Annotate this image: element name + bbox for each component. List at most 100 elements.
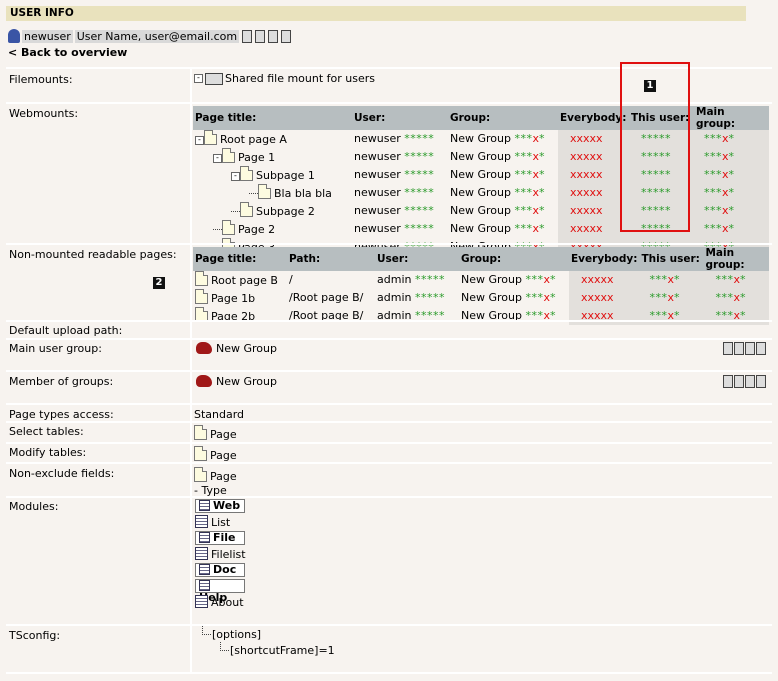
user-cell: admin ***** (377, 309, 445, 322)
col-everybody: Everybody: (569, 247, 640, 271)
label-main-group: Main user group: (9, 342, 102, 355)
nonexclude-table: Page (210, 470, 237, 483)
expand-icon[interactable]: - (194, 74, 203, 83)
nonmounted-row[interactable]: Root page B / admin ***** New Group ***x* xx… (193, 271, 769, 289)
filemount-item[interactable]: - Shared file mount for users (194, 72, 375, 85)
group-cell: New Group ***x* (450, 186, 545, 199)
page-title-cell[interactable]: Page 2 (193, 220, 352, 238)
tsconfig-line-1: [options] (212, 628, 262, 641)
col-user: User: (375, 247, 459, 271)
hide-icon[interactable] (268, 29, 279, 43)
page-icon (195, 289, 208, 304)
page-title-cell[interactable]: Page 2b (193, 307, 287, 325)
col-page-title: Page title: (193, 106, 352, 130)
user-cell: newuser ***** (354, 186, 435, 199)
module-help[interactable]: Help (195, 579, 246, 604)
page-icon (240, 166, 253, 181)
main-group-cell: ***x* (703, 307, 769, 325)
module-filelist[interactable]: Filelist (195, 547, 246, 563)
col-this-user: This user: (639, 247, 704, 271)
nonmounted-row[interactable]: Page 1b/Root page B/admin ***** New Group… (193, 289, 769, 307)
page-title-cell[interactable]: - Subpage 1 (193, 166, 352, 184)
everybody-cell: xxxxx (558, 130, 629, 148)
group-cell: New Group ***x* (450, 168, 545, 181)
modify-tables-value: Page (194, 446, 237, 462)
main-group-actions (722, 342, 766, 356)
page-title-cell[interactable]: - Page 1 (193, 148, 352, 166)
label-modules: Modules: (9, 500, 59, 513)
edit-icon[interactable] (734, 342, 744, 355)
delete-icon[interactable] (281, 29, 292, 43)
collapse-icon[interactable]: - (195, 136, 204, 145)
label-nonmounted: Non-mounted readable pages: (9, 248, 177, 261)
collapse-icon[interactable]: - (231, 172, 240, 181)
main-group-cell: ***x* (694, 130, 769, 148)
col-user: User: (352, 106, 448, 130)
group-cell: New Group ***x* (450, 132, 545, 145)
hide-icon[interactable] (745, 342, 755, 355)
annotation-badge-1: 1 (644, 80, 656, 92)
main-group-cell: ***x* (694, 166, 769, 184)
main-group-item: New Group (196, 342, 277, 355)
filemount-icon (205, 72, 223, 85)
everybody-cell: xxxxx (558, 148, 629, 166)
nonexclude-value: Page - Type (194, 467, 237, 497)
module-about[interactable]: About (195, 595, 246, 611)
page-title-cell[interactable]: Root page B (193, 271, 287, 289)
edit-icon[interactable] (734, 375, 744, 388)
page-title-cell[interactable]: Subpage 2 (193, 202, 352, 220)
page-icon (194, 446, 207, 461)
info-icon[interactable] (723, 375, 733, 388)
user-icon (8, 29, 20, 43)
member-group-name: New Group (216, 375, 277, 388)
edit-icon[interactable] (255, 29, 266, 43)
group-icon (196, 342, 212, 354)
main-group-cell: ***x* (694, 220, 769, 238)
module-icon (199, 580, 210, 591)
user-cell: admin ***** (377, 291, 445, 304)
module-button[interactable]: Web (195, 499, 245, 513)
everybody-cell: xxxxx (558, 166, 629, 184)
everybody-cell: xxxxx (558, 220, 629, 238)
page-title-cell[interactable]: - Root page A (193, 130, 352, 148)
module-file[interactable]: File (195, 531, 246, 547)
page-title-cell[interactable]: Bla bla bla (193, 184, 352, 202)
col-group: Group: (459, 247, 569, 271)
annotation-badge-2: 2 (153, 277, 165, 289)
page-icon (240, 202, 253, 217)
select-tables-value: Page (194, 425, 237, 441)
page-title-cell[interactable]: Page 1b (193, 289, 287, 307)
nonmounted-row[interactable]: Page 2b/Root page B/admin ***** New Group… (193, 307, 769, 325)
user-cell: newuser ***** (354, 150, 435, 163)
back-to-overview-link[interactable]: < Back to overview (8, 46, 127, 59)
hide-icon[interactable] (745, 375, 755, 388)
info-icon[interactable] (242, 29, 253, 43)
delete-icon[interactable] (756, 375, 766, 388)
this-user-cell: ***x* (639, 289, 704, 307)
page-icon (204, 130, 217, 145)
group-cell: New Group ***x* (450, 204, 545, 217)
collapse-icon[interactable]: - (213, 154, 222, 163)
module-list[interactable]: List (195, 515, 246, 531)
member-group-actions (722, 375, 766, 389)
group-cell: New Group ***x* (461, 291, 556, 304)
info-icon[interactable] (723, 342, 733, 355)
module-doc[interactable]: Doc (195, 563, 246, 579)
user-fullname: User Name, user@email.com (74, 29, 240, 43)
delete-icon[interactable] (756, 342, 766, 355)
label-default-upload: Default upload path: (9, 324, 123, 337)
module-web[interactable]: Web (195, 499, 246, 515)
submodule-icon (195, 595, 208, 608)
main-group-name: New Group (216, 342, 277, 355)
module-button[interactable]: Help (195, 579, 245, 604)
label-member-groups: Member of groups: (9, 375, 114, 388)
user-cell: newuser ***** (354, 222, 435, 235)
page-icon (194, 467, 207, 482)
group-cell: New Group ***x* (450, 222, 545, 235)
module-button[interactable]: File (195, 531, 245, 545)
module-button[interactable]: Doc (195, 563, 245, 577)
everybody-cell: xxxxx (558, 184, 629, 202)
modules-list: Web List File Filelist Doc Help About (195, 499, 246, 611)
main-group-cell: ***x* (703, 271, 769, 289)
label-webmounts: Webmounts: (9, 107, 79, 120)
